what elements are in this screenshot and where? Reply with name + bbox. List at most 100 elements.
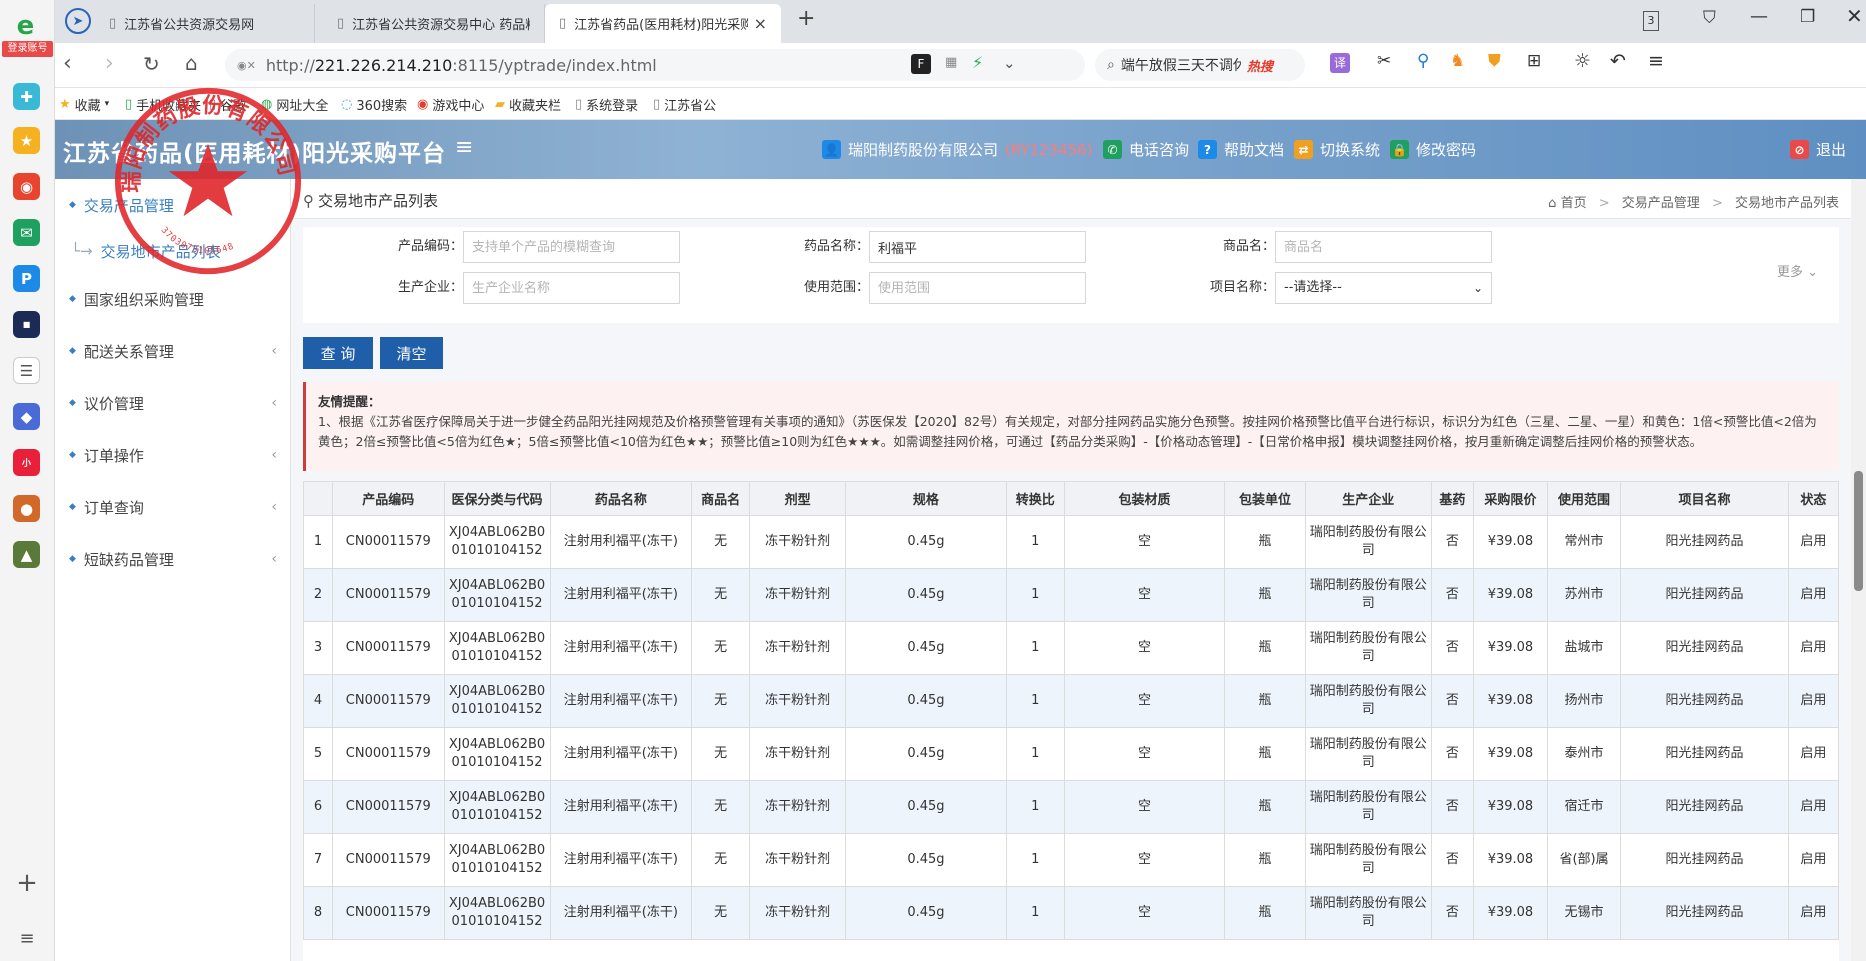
table-row[interactable]: 5 CN00011579 XJ04ABL062B001010104152 注射用利福平… bbox=[303, 727, 1839, 781]
speed-icon[interactable]: ⚡ bbox=[972, 53, 983, 72]
table-row[interactable]: 7 CN00011579 XJ04ABL062B001010104152 注射用利福平… bbox=[303, 833, 1839, 887]
search-box[interactable]: ⌕ 端午放假三天不调休 热搜 bbox=[1095, 49, 1305, 81]
tab-count-badge[interactable]: 3 bbox=[1643, 11, 1659, 31]
col-header-essential[interactable]: 基药 bbox=[1430, 481, 1475, 516]
extension-icon[interactable]: F bbox=[911, 54, 931, 74]
reload-icon[interactable]: ↻ bbox=[143, 52, 160, 76]
col-header-dosage-form[interactable]: 剂型 bbox=[749, 481, 847, 516]
col-header-project[interactable]: 项目名称 bbox=[1620, 481, 1789, 516]
close-window-icon[interactable]: ✕ bbox=[1846, 4, 1863, 28]
phone-consult-button[interactable]: ✆ 电话咨询 bbox=[1103, 120, 1189, 179]
col-header-status[interactable]: 状态 bbox=[1787, 481, 1839, 516]
scissors-icon[interactable]: ✂ bbox=[1377, 51, 1391, 71]
switch-system-button[interactable]: ⇄ 切换系统 bbox=[1294, 120, 1380, 179]
sidebar-item-delivery[interactable]: ◆ 配送关系管理 ‹ bbox=[55, 325, 291, 377]
bookmark-favorites[interactable]: ★ 收藏 ▾ bbox=[59, 88, 109, 120]
scope-input[interactable] bbox=[869, 272, 1086, 304]
bookmark-google[interactable]: ▯ 谷歌 bbox=[209, 88, 246, 120]
weibo-icon[interactable]: ◉ bbox=[13, 173, 40, 200]
bookmark-login[interactable]: ▯ 系统登录 bbox=[575, 88, 638, 120]
translate-icon[interactable]: 译 bbox=[1330, 53, 1350, 73]
pdf-app-icon[interactable]: P bbox=[13, 265, 40, 292]
minimize-icon[interactable]: — bbox=[1750, 6, 1768, 27]
shirt-icon[interactable]: ⛉ bbox=[1703, 8, 1716, 28]
qr-icon[interactable]: ▦ bbox=[945, 55, 957, 70]
clear-button[interactable]: 清空 bbox=[380, 337, 443, 369]
sidebar-item-shortage[interactable]: ◆ 短缺药品管理 ‹ bbox=[55, 533, 291, 585]
browser-menu-icon[interactable]: ≡ bbox=[1648, 50, 1664, 72]
compass-icon[interactable]: ➤ bbox=[65, 8, 91, 34]
table-row[interactable]: 3 CN00011579 XJ04ABL062B001010104152 注射用利福平… bbox=[303, 621, 1839, 675]
bookmark-360[interactable]: ◌ 360搜索 bbox=[341, 88, 407, 120]
new-tab-button[interactable]: + bbox=[797, 6, 815, 31]
table-row[interactable]: 2 CN00011579 XJ04ABL062B001010104152 注射用利福平… bbox=[303, 568, 1839, 622]
trade-name-input[interactable] bbox=[1275, 231, 1492, 263]
more-toggle[interactable]: 更多 ⌄ bbox=[1777, 261, 1818, 280]
sidebar-item-city-products[interactable]: └→ 交易地市产品列表 bbox=[55, 225, 291, 277]
url-bar[interactable]: ◉✕ http://221.226.214.210:8115/yptrade/i… bbox=[225, 49, 1085, 81]
col-header-trade-name[interactable]: 商品名 bbox=[691, 481, 751, 516]
sidebar-item-order-ops[interactable]: ◆ 订单操作 ‹ bbox=[55, 429, 291, 481]
breadcrumb-home[interactable]: 首页 bbox=[1561, 196, 1587, 211]
drug-name-input[interactable] bbox=[869, 231, 1086, 263]
apps-grid-icon[interactable]: ⊞ bbox=[1527, 51, 1541, 71]
page-scrollbar[interactable] bbox=[1851, 179, 1866, 961]
project-select[interactable]: --请选择-- ⌄ bbox=[1275, 272, 1492, 304]
mail-icon[interactable]: ✉ bbox=[13, 219, 40, 246]
col-header-insurance-code[interactable]: 医保分类与代码 bbox=[443, 481, 551, 516]
sidebar-item-trade-products[interactable]: ◆ 交易产品管理 bbox=[55, 179, 291, 231]
col-header-manufacturer[interactable]: 生产企业 bbox=[1304, 481, 1432, 516]
table-row[interactable]: 1 CN00011579 XJ04ABL062B001010104152 注射用利福平… bbox=[303, 515, 1839, 569]
undo-icon[interactable]: ↶ bbox=[1610, 50, 1626, 72]
bookmark-mobile[interactable]: ▯ 手机收藏夹 bbox=[125, 88, 201, 120]
game2-app-icon[interactable]: ◆ bbox=[13, 403, 40, 430]
back-icon[interactable]: ‹ bbox=[63, 51, 72, 76]
bookmark-jiangsu[interactable]: ▯ 江苏省公 bbox=[653, 88, 716, 120]
game4-app-icon[interactable]: ▲ bbox=[13, 541, 40, 568]
coin-icon[interactable]: ⛊ bbox=[1488, 51, 1501, 71]
4399-app-icon[interactable]: 小 bbox=[13, 449, 40, 476]
col-header-scope[interactable]: 使用范围 bbox=[1546, 481, 1622, 516]
menu-icon[interactable]: ≡ bbox=[12, 928, 42, 949]
logout-button[interactable]: ⊘ 退出 bbox=[1790, 120, 1846, 179]
col-header-product-code[interactable]: 产品编码 bbox=[332, 481, 445, 516]
tab-1[interactable]: ▯ 江苏省公共资源交易网 bbox=[95, 4, 315, 43]
bookmark-games[interactable]: ◉ 游戏中心 bbox=[417, 88, 484, 120]
star-app-icon[interactable]: ★ bbox=[13, 127, 40, 154]
notes-icon[interactable]: ☰ bbox=[13, 357, 40, 384]
forward-icon[interactable]: › bbox=[105, 51, 114, 76]
col-header-price-limit[interactable]: 采购限价 bbox=[1473, 481, 1548, 516]
bookmark-folder[interactable]: ▰ 收藏夹栏 bbox=[495, 88, 561, 120]
table-row[interactable]: 6 CN00011579 XJ04ABL062B001010104152 注射用利福平… bbox=[303, 780, 1839, 834]
medical-app-icon[interactable]: ✚ bbox=[13, 83, 40, 110]
breadcrumb-level1[interactable]: 交易产品管理 bbox=[1622, 196, 1700, 211]
table-row[interactable]: 8 CN00011579 XJ04ABL062B001010104152 注射用利福平… bbox=[303, 886, 1839, 940]
col-header-ratio[interactable]: 转换比 bbox=[1005, 481, 1065, 516]
product-code-input[interactable] bbox=[463, 231, 680, 263]
manufacturer-input[interactable] bbox=[463, 272, 680, 304]
col-header-material[interactable]: 包装材质 bbox=[1063, 481, 1226, 516]
sidebar-item-order-query[interactable]: ◆ 订单查询 ‹ bbox=[55, 481, 291, 533]
col-header-unit[interactable]: 包装单位 bbox=[1224, 481, 1306, 516]
home-icon[interactable]: ⌂ bbox=[185, 51, 198, 75]
add-app-icon[interactable]: + bbox=[12, 868, 42, 898]
tab-2[interactable]: ▯ 江苏省公共资源交易中心 药品料 bbox=[323, 4, 545, 43]
sidebar-item-negotiation[interactable]: ◆ 议价管理 ‹ bbox=[55, 377, 291, 429]
sidebar-item-national-procurement[interactable]: ◆ 国家组织采购管理 bbox=[55, 273, 291, 325]
change-password-button[interactable]: 🔒 修改密码 bbox=[1390, 120, 1476, 179]
bookmark-sites[interactable]: ◍ 网址大全 bbox=[261, 88, 328, 120]
chevron-down-icon[interactable]: ⌄ bbox=[1003, 54, 1016, 72]
breadcrumb-level2[interactable]: 交易地市产品列表 bbox=[1735, 196, 1839, 211]
game-app-icon[interactable]: ■ bbox=[13, 311, 40, 338]
restore-icon[interactable]: ❐ bbox=[1800, 7, 1815, 27]
menu-toggle-icon[interactable]: ≡ bbox=[455, 135, 473, 160]
game3-app-icon[interactable]: ● bbox=[13, 495, 40, 522]
col-header-drug-name[interactable]: 药品名称 bbox=[549, 481, 693, 516]
col-header-spec[interactable]: 规格 bbox=[845, 481, 1007, 516]
help-docs-button[interactable]: ? 帮助文档 bbox=[1198, 120, 1284, 179]
magnifier-icon[interactable]: ⚲ bbox=[1417, 51, 1429, 71]
table-row[interactable]: 4 CN00011579 XJ04ABL062B001010104152 注射用利福平… bbox=[303, 674, 1839, 728]
close-tab-icon[interactable]: × bbox=[754, 14, 767, 33]
query-button[interactable]: 查 询 bbox=[303, 337, 373, 369]
game-icon[interactable]: ♞ bbox=[1450, 51, 1465, 71]
